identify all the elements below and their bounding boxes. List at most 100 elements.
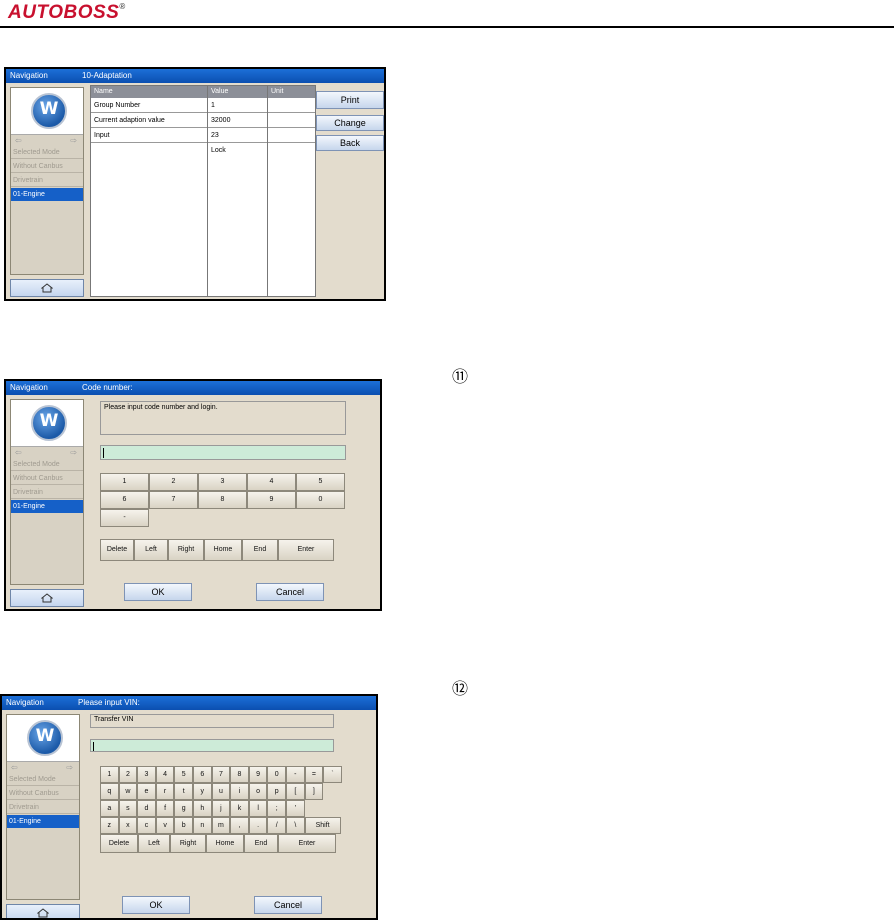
keyboard-key[interactable]: , xyxy=(230,817,249,834)
keyboard-key[interactable]: b xyxy=(174,817,193,834)
keyboard-key[interactable]: ` xyxy=(323,766,342,783)
digit-key[interactable]: 8 xyxy=(198,491,247,509)
row-value[interactable]: 32000 xyxy=(208,114,267,128)
keyboard-key[interactable]: h xyxy=(193,800,212,817)
shift-key[interactable]: Shift xyxy=(304,817,341,834)
keyboard-key[interactable]: - xyxy=(286,766,305,783)
change-button[interactable]: Change xyxy=(316,115,384,131)
keyboard-key[interactable]: = xyxy=(304,766,324,783)
edit-key[interactable]: Left xyxy=(138,834,170,853)
row-name[interactable]: Input xyxy=(91,129,207,143)
keyboard-key[interactable]: u xyxy=(211,783,231,800)
keyboard-key[interactable]: j xyxy=(211,800,231,817)
keyboard-key[interactable]: / xyxy=(267,817,286,834)
arrow-left-icon[interactable]: ⇦ xyxy=(11,763,18,772)
edit-key[interactable]: Delete xyxy=(100,539,134,561)
code-number-input[interactable] xyxy=(100,445,346,460)
back-button[interactable]: Back xyxy=(316,135,384,151)
edit-key[interactable]: End xyxy=(244,834,278,853)
arrow-left-icon[interactable]: ⇦ xyxy=(15,448,22,457)
row-unit[interactable] xyxy=(268,114,315,128)
print-button[interactable]: Print xyxy=(316,91,384,109)
nav-item[interactable]: Drivetrain xyxy=(11,486,83,499)
row-value[interactable]: 23 xyxy=(208,129,267,143)
vin-input[interactable] xyxy=(90,739,334,752)
home-button[interactable] xyxy=(10,279,84,297)
arrow-right-icon[interactable]: ⇨ xyxy=(66,763,73,772)
edit-key[interactable]: Enter xyxy=(278,834,336,853)
digit-key[interactable]: 2 xyxy=(149,473,198,491)
digit-key[interactable]: 9 xyxy=(247,491,296,509)
keyboard-key[interactable]: \ xyxy=(286,817,305,834)
nav-item[interactable]: Drivetrain xyxy=(11,174,83,187)
arrow-right-icon[interactable]: ⇨ xyxy=(70,136,77,145)
keyboard-key[interactable]: 0 xyxy=(267,766,286,783)
edit-key[interactable]: Left xyxy=(134,539,168,561)
keyboard-key[interactable]: a xyxy=(100,800,119,817)
edit-key[interactable]: Right xyxy=(170,834,206,853)
keyboard-key[interactable]: 5 xyxy=(174,766,193,783)
nav-item[interactable]: 01-Engine xyxy=(11,188,83,201)
nav-item[interactable]: Without Canbus xyxy=(11,160,83,173)
keyboard-key[interactable]: . xyxy=(248,817,268,834)
keyboard-key[interactable]: 7 xyxy=(211,766,231,783)
keyboard-key[interactable]: c xyxy=(137,817,156,834)
cancel-button[interactable]: Cancel xyxy=(256,583,324,601)
keyboard-key[interactable]: v xyxy=(155,817,175,834)
edit-key[interactable]: Delete xyxy=(100,834,138,853)
keyboard-key[interactable]: n xyxy=(193,817,212,834)
keyboard-key[interactable]: e xyxy=(137,783,156,800)
keyboard-key[interactable]: ' xyxy=(286,800,305,817)
digit-key[interactable]: 3 xyxy=(198,473,247,491)
keyboard-key[interactable]: x xyxy=(118,817,138,834)
row-value[interactable]: 1 xyxy=(208,99,267,113)
digit-key[interactable]: 6 xyxy=(100,491,149,509)
keyboard-key[interactable]: y xyxy=(193,783,212,800)
nav-item[interactable]: Selected Mode xyxy=(11,146,83,159)
nav-item[interactable]: 01-Engine xyxy=(11,500,83,513)
keyboard-key[interactable]: d xyxy=(137,800,156,817)
keyboard-key[interactable]: r xyxy=(155,783,175,800)
keyboard-key[interactable]: t xyxy=(174,783,193,800)
digit-key[interactable]: 5 xyxy=(296,473,345,491)
keyboard-key[interactable]: 6 xyxy=(193,766,212,783)
nav-item[interactable]: Drivetrain xyxy=(7,801,79,814)
keyboard-key[interactable]: 9 xyxy=(248,766,268,783)
keyboard-key[interactable]: s xyxy=(118,800,138,817)
keyboard-key[interactable]: 2 xyxy=(118,766,138,783)
home-button[interactable] xyxy=(10,589,84,607)
keyboard-key[interactable]: ; xyxy=(267,800,286,817)
digit-key[interactable]: 7 xyxy=(149,491,198,509)
ok-button[interactable]: OK xyxy=(124,583,192,601)
keyboard-key[interactable]: 8 xyxy=(230,766,249,783)
arrow-left-icon[interactable]: ⇦ xyxy=(15,136,22,145)
keyboard-key[interactable]: m xyxy=(211,817,231,834)
keyboard-key[interactable]: z xyxy=(100,817,119,834)
digit-key[interactable]: 0 xyxy=(296,491,345,509)
ok-button[interactable]: OK xyxy=(122,896,190,914)
keyboard-key[interactable]: w xyxy=(118,783,138,800)
home-button[interactable] xyxy=(6,904,80,918)
digit-key[interactable]: 1 xyxy=(100,473,149,491)
edit-key[interactable]: Home xyxy=(204,539,242,561)
edit-key[interactable]: Enter xyxy=(278,539,334,561)
cancel-button[interactable]: Cancel xyxy=(254,896,322,914)
keyboard-key[interactable]: 3 xyxy=(137,766,156,783)
row-unit[interactable] xyxy=(268,99,315,113)
nav-item[interactable]: Selected Mode xyxy=(7,773,79,786)
keyboard-key[interactable]: 1 xyxy=(100,766,119,783)
nav-item[interactable]: Selected Mode xyxy=(11,458,83,471)
keyboard-key[interactable]: o xyxy=(248,783,268,800)
keyboard-key[interactable]: q xyxy=(100,783,119,800)
keyboard-key[interactable]: k xyxy=(230,800,249,817)
nav-item[interactable]: Without Canbus xyxy=(11,472,83,485)
keyboard-key[interactable]: [ xyxy=(286,783,305,800)
keyboard-key[interactable]: l xyxy=(248,800,268,817)
row-name[interactable]: Group Number xyxy=(91,99,207,113)
nav-item[interactable]: Without Canbus xyxy=(7,787,79,800)
minus-key[interactable]: - xyxy=(100,509,149,527)
keyboard-key[interactable]: f xyxy=(155,800,175,817)
digit-key[interactable]: 4 xyxy=(247,473,296,491)
row-value[interactable]: Lock xyxy=(208,144,267,158)
edit-key[interactable]: End xyxy=(242,539,278,561)
